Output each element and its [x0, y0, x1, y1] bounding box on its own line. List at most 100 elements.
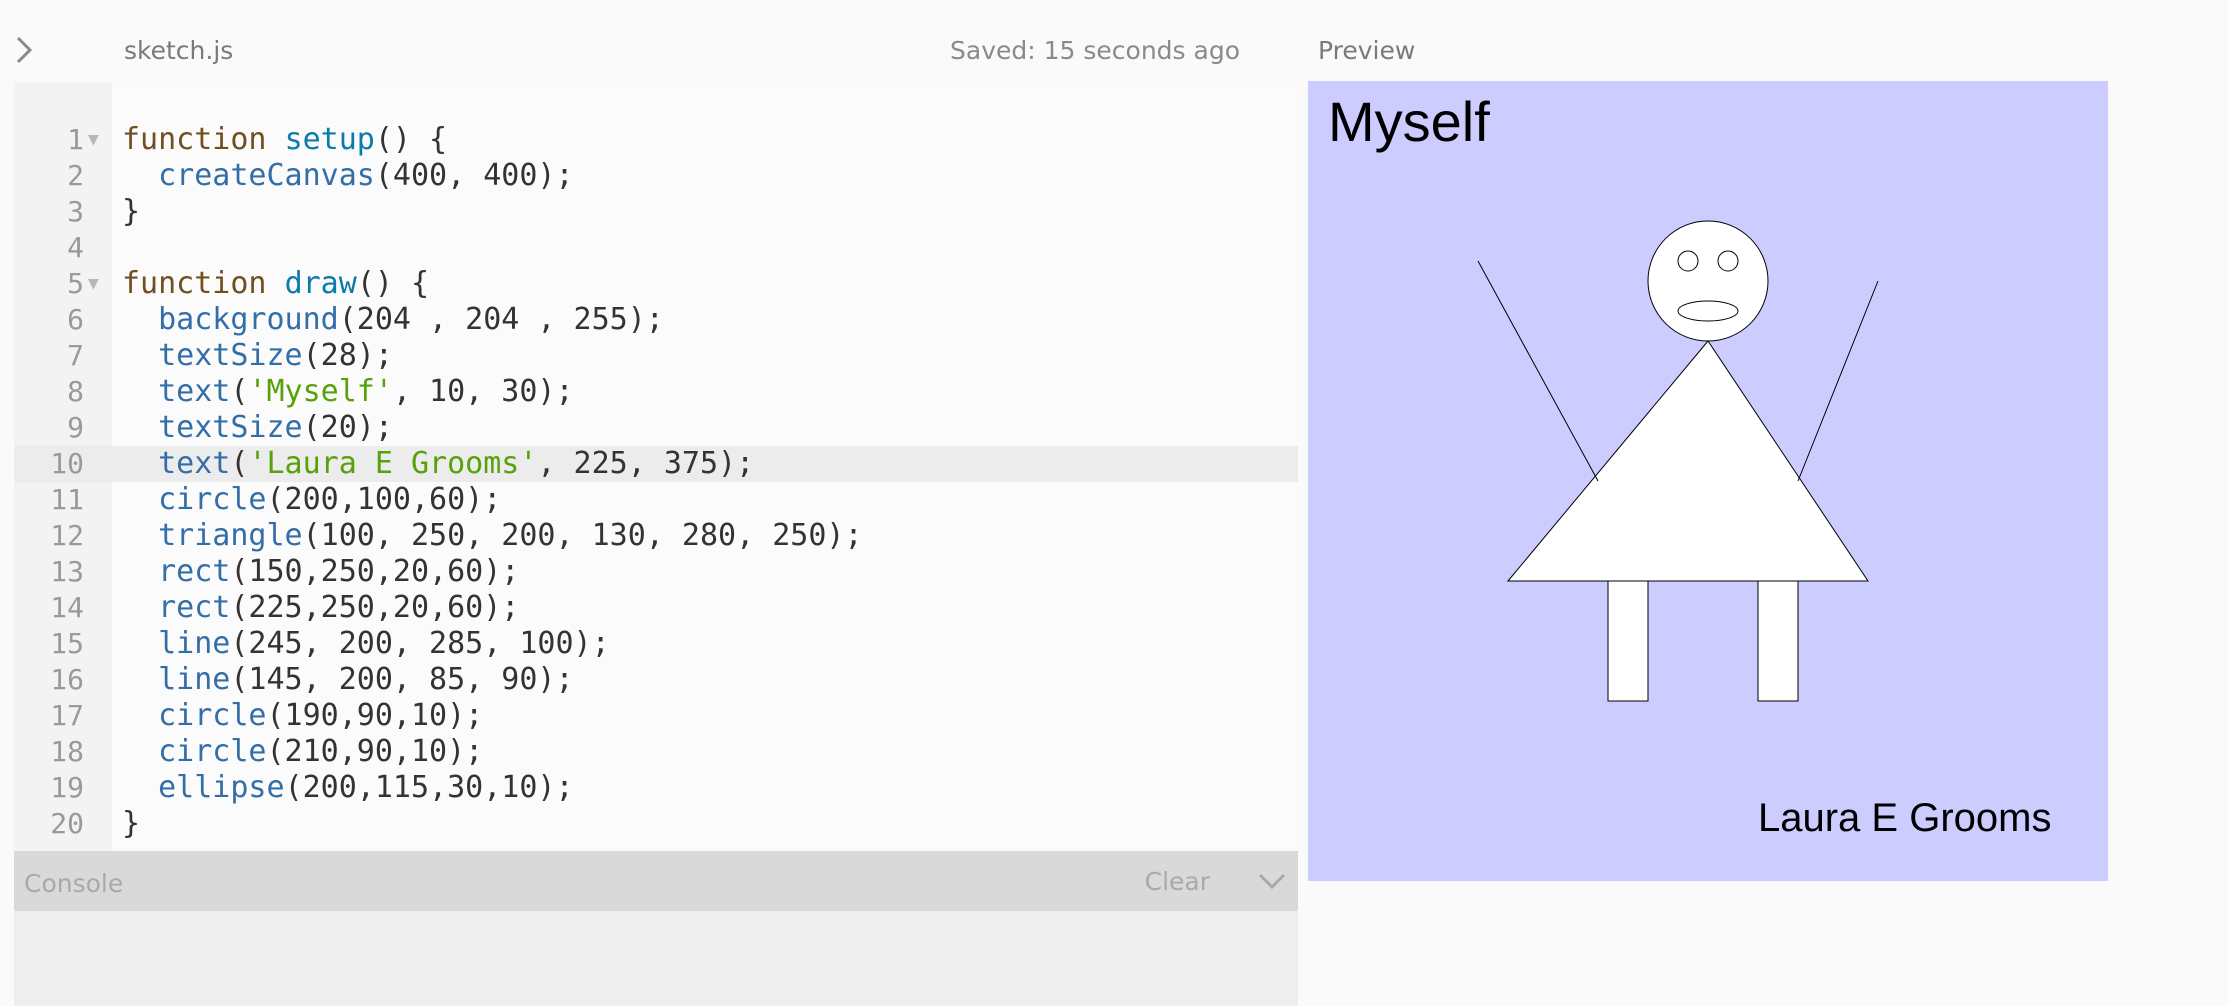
line-number: 13: [50, 555, 84, 588]
code-token: textSize: [158, 338, 303, 373]
head-circle: [1647, 220, 1769, 342]
left-leg-rect: [1607, 580, 1649, 702]
clear-console-button[interactable]: Clear: [1145, 867, 1210, 896]
code-text: rect(225,250,20,60);: [122, 590, 519, 626]
code-token: , 10, 30);: [392, 374, 574, 409]
canvas-name-text: Laura E Grooms: [1758, 796, 2051, 840]
code-line[interactable]: 15 line(245, 200, 285, 100);: [14, 626, 1298, 662]
right-leg-rect: [1757, 580, 1799, 702]
code-token: (100, 250, 200, 130, 280, 250);: [302, 518, 863, 553]
code-text: line(145, 200, 85, 90);: [122, 662, 574, 698]
code-token: circle: [158, 698, 267, 733]
code-token: text: [158, 446, 231, 481]
code-token: textSize: [158, 410, 303, 445]
code-line[interactable]: 7 textSize(28);: [14, 338, 1298, 374]
code-text: triangle(100, 250, 200, 130, 280, 250);: [122, 518, 863, 554]
code-token: background: [158, 302, 339, 337]
code-line[interactable]: 5 ▼ function draw() {: [14, 266, 1298, 302]
sketch-canvas: Myself Laura E Grooms: [1308, 81, 2108, 881]
code-token: 'Laura E Grooms': [248, 446, 538, 481]
expand-sidebar-button[interactable]: [8, 30, 40, 70]
code-line[interactable]: 11 circle(200,100,60);: [14, 482, 1298, 518]
code-line[interactable]: 6 background(204 , 204 , 255);: [14, 302, 1298, 338]
code-line[interactable]: 2 createCanvas(400, 400);: [14, 158, 1298, 194]
code-editor[interactable]: 1 ▼ function setup() {2 createCanvas(400, …: [14, 82, 1298, 851]
preview-canvas[interactable]: Myself Laura E Grooms: [1308, 81, 2108, 881]
code-lines[interactable]: 1 ▼ function setup() {2 createCanvas(400, …: [14, 122, 1298, 842]
code-token: (145, 200, 85, 90);: [230, 662, 574, 697]
code-token: (: [230, 374, 249, 409]
code-token: (210,90,10);: [266, 734, 484, 769]
line-number: 17: [50, 699, 84, 732]
code-text: function setup() {: [122, 122, 447, 158]
canvas-title-text: Myself: [1328, 90, 1490, 153]
line-number: 12: [50, 519, 84, 552]
code-token: (245, 200, 285, 100);: [230, 626, 610, 661]
line-number: 16: [50, 663, 84, 696]
chevron-down-icon: [1258, 873, 1286, 890]
code-line[interactable]: 19 ellipse(200,115,30,10);: [14, 770, 1298, 806]
code-line[interactable]: 3}: [14, 194, 1298, 230]
file-name[interactable]: sketch.js: [124, 36, 233, 65]
line-number: 5: [67, 267, 84, 300]
code-line[interactable]: 4: [14, 230, 1298, 266]
code-line[interactable]: 8 text('Myself', 10, 30);: [14, 374, 1298, 410]
code-token: (190,90,10);: [266, 698, 484, 733]
code-text: rect(150,250,20,60);: [122, 554, 519, 590]
code-token: draw: [284, 266, 357, 301]
code-text: createCanvas(400, 400);: [122, 158, 574, 194]
code-line[interactable]: 1 ▼ function setup() {: [14, 122, 1298, 158]
console-label: Console: [24, 869, 124, 898]
line-number: 3: [67, 195, 84, 228]
collapse-console-button[interactable]: [1254, 867, 1290, 895]
code-line[interactable]: 18 circle(210,90,10);: [14, 734, 1298, 770]
fold-arrow-icon[interactable]: ▼: [88, 266, 99, 302]
saved-status: Saved: 15 seconds ago: [950, 36, 1240, 65]
code-line[interactable]: 17 circle(190,90,10);: [14, 698, 1298, 734]
code-token: (28);: [302, 338, 393, 373]
code-line[interactable]: 12 triangle(100, 250, 200, 130, 280, 250…: [14, 518, 1298, 554]
code-token: , 225, 375);: [537, 446, 755, 481]
code-token: (200,115,30,10);: [284, 770, 574, 805]
code-token: (: [230, 446, 249, 481]
code-line[interactable]: 9 textSize(20);: [14, 410, 1298, 446]
code-text: text('Myself', 10, 30);: [122, 374, 574, 410]
code-token: (225,250,20,60);: [230, 590, 520, 625]
console-output[interactable]: [14, 911, 1298, 1006]
code-line[interactable]: 16 line(145, 200, 85, 90);: [14, 662, 1298, 698]
code-line[interactable]: 20}: [14, 806, 1298, 842]
code-text: circle(190,90,10);: [122, 698, 483, 734]
preview-label: Preview: [1318, 36, 1416, 65]
code-token: rect: [158, 554, 231, 589]
code-token: (204 , 204 , 255);: [338, 302, 664, 337]
chevron-right-icon: [16, 36, 33, 64]
code-line[interactable]: 13 rect(150,250,20,60);: [14, 554, 1298, 590]
code-line[interactable]: 10 text('Laura E Grooms', 225, 375);: [14, 446, 1298, 482]
code-text: }: [122, 806, 140, 842]
console-header: Console Clear: [14, 851, 1298, 911]
code-token: setup: [284, 122, 375, 157]
line-number: 14: [50, 591, 84, 624]
code-token: line: [158, 662, 231, 697]
line-number: 10: [50, 447, 84, 480]
left-eye-circle: [1677, 250, 1699, 272]
code-token: (400, 400);: [374, 158, 574, 193]
right-eye-circle: [1717, 250, 1739, 272]
code-token: text: [158, 374, 231, 409]
code-text: text('Laura E Grooms', 225, 375);: [122, 446, 754, 482]
code-token: () {: [374, 122, 448, 157]
fold-arrow-icon[interactable]: ▼: [88, 122, 99, 158]
code-line[interactable]: 14 rect(225,250,20,60);: [14, 590, 1298, 626]
code-token: createCanvas: [158, 158, 375, 193]
line-number: 15: [50, 627, 84, 660]
